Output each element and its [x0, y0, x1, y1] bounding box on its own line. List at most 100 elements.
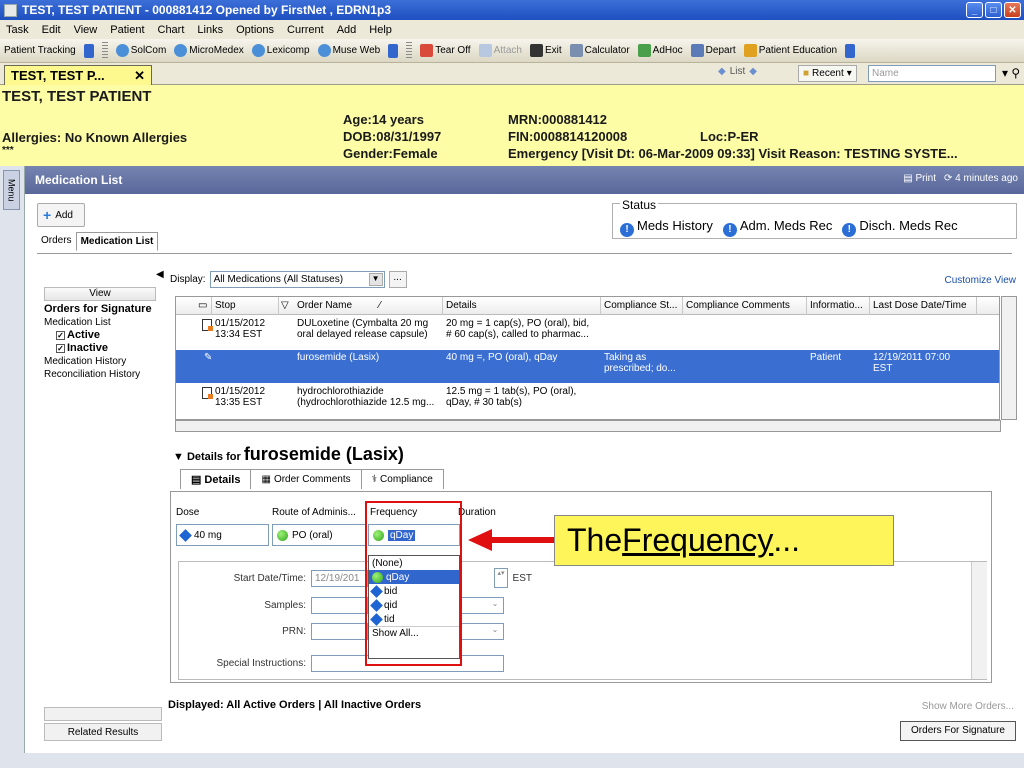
arrow-left-icon[interactable]: ◆: [718, 66, 726, 77]
table-row[interactable]: 01/15/2012 13:35 EST hydrochlorothiazide…: [176, 385, 999, 417]
menu-view[interactable]: View: [74, 24, 98, 36]
status-disch-meds-rec[interactable]: ! Disch. Meds Rec: [842, 218, 958, 237]
arrow-right-icon[interactable]: ◆: [749, 66, 757, 77]
solcom-button[interactable]: SolCom: [115, 44, 166, 57]
col-order-name[interactable]: Order Name: [297, 300, 352, 311]
lexicomp-button[interactable]: Lexicomp: [251, 44, 310, 57]
samples-select[interactable]: ⌄: [458, 597, 504, 614]
toolbar-overflow-icon[interactable]: [83, 43, 94, 58]
view-medication-list[interactable]: Medication List: [44, 316, 162, 329]
exit-button[interactable]: Exit: [529, 44, 562, 57]
tab-order-comments[interactable]: ▦ Order Comments: [250, 469, 362, 489]
details-scrollbar[interactable]: [971, 562, 987, 679]
column-divider[interactable]: [442, 297, 443, 315]
patient-education-button[interactable]: Patient Education: [743, 44, 837, 57]
col-compliance-comments[interactable]: Compliance Comments: [686, 300, 790, 311]
frequency-option-show-all[interactable]: Show All...: [369, 626, 459, 640]
table-row[interactable]: 01/15/2012 13:34 EST DULoxetine (Cymbalt…: [176, 317, 999, 349]
menu-task[interactable]: Task: [6, 24, 29, 36]
tab-details[interactable]: ▤ Details: [180, 469, 252, 489]
calculator-button[interactable]: Calculator: [569, 44, 630, 57]
frequency-option-qid[interactable]: qid: [369, 598, 459, 612]
frequency-option-none[interactable]: (None): [369, 556, 459, 570]
column-divider[interactable]: [806, 297, 807, 315]
status-adm-meds-rec[interactable]: ! Adm. Meds Rec: [722, 218, 832, 237]
more-options-button[interactable]: ...: [388, 271, 407, 288]
menu-rail-tab[interactable]: Menu: [3, 170, 20, 210]
patient-search-input[interactable]: Name: [868, 65, 996, 82]
menu-options[interactable]: Options: [236, 24, 274, 36]
menu-chart[interactable]: Chart: [158, 24, 185, 36]
checkbox-icon[interactable]: ✓: [56, 344, 65, 353]
view-panel-scrollbar[interactable]: [44, 707, 162, 721]
col-last-dose[interactable]: Last Dose Date/Time: [873, 300, 967, 311]
view-medication-history[interactable]: Medication History: [44, 355, 162, 368]
tear-off-button[interactable]: Tear Off: [420, 44, 471, 57]
related-results-button[interactable]: Related Results: [44, 723, 162, 741]
depart-button[interactable]: Depart: [690, 44, 736, 57]
menu-add[interactable]: Add: [337, 24, 357, 36]
toolbar-overflow-icon[interactable]: [845, 43, 856, 58]
add-button[interactable]: + Add: [37, 203, 85, 227]
column-divider[interactable]: [869, 297, 870, 315]
collapse-panel-icon[interactable]: ◀: [156, 269, 164, 280]
menu-links[interactable]: Links: [197, 24, 223, 36]
col-information[interactable]: Informatio...: [810, 300, 863, 311]
column-divider[interactable]: [211, 297, 212, 315]
frequency-option-bid[interactable]: bid: [369, 584, 459, 598]
col-compliance-status[interactable]: Compliance St...: [604, 300, 677, 311]
status-meds-history[interactable]: ! Meds History: [620, 218, 713, 237]
tab-compliance[interactable]: ⚕ Compliance: [360, 469, 444, 489]
route-field[interactable]: PO (oral): [272, 524, 366, 546]
customize-view-link[interactable]: Customize View: [944, 275, 1016, 286]
grid-horizontal-scrollbar[interactable]: [175, 420, 1001, 432]
frequency-option-qday[interactable]: qDay: [369, 570, 459, 584]
column-divider[interactable]: [600, 297, 601, 315]
minimize-icon[interactable]: _: [966, 2, 983, 18]
collapse-details-icon[interactable]: ▼: [173, 451, 187, 463]
show-more-orders-link[interactable]: Show More Orders...: [922, 701, 1014, 712]
patient-tracking-button[interactable]: Patient Tracking: [4, 45, 76, 56]
maximize-icon[interactable]: □: [985, 2, 1002, 18]
frequency-option-tid[interactable]: tid: [369, 612, 459, 626]
binoculars-icon[interactable]: ▾ ⚲: [1002, 66, 1020, 80]
samples-select-left[interactable]: [311, 597, 368, 614]
micromedex-button[interactable]: MicroMedex: [174, 44, 244, 57]
inactive-orders-link[interactable]: All Inactive Orders: [324, 699, 421, 711]
view-active[interactable]: ✓ Active: [44, 329, 162, 342]
column-divider[interactable]: [976, 297, 977, 315]
prn-select[interactable]: ⌄: [458, 623, 504, 640]
menu-edit[interactable]: Edit: [42, 24, 61, 36]
column-divider[interactable]: [278, 297, 279, 315]
adhoc-button[interactable]: AdHoc: [637, 44, 683, 57]
menu-current[interactable]: Current: [287, 24, 324, 36]
menu-patient[interactable]: Patient: [110, 24, 144, 36]
display-select[interactable]: All Medications (All Statuses) ▼: [209, 271, 385, 288]
list-label[interactable]: List: [730, 66, 746, 77]
recent-button[interactable]: ■ Recent ▾: [798, 65, 857, 82]
view-orders-for-signature[interactable]: Orders for Signature: [44, 303, 162, 316]
view-reconciliation-history[interactable]: Reconciliation History: [44, 368, 162, 381]
start-date-input[interactable]: 12/19/201: [311, 570, 368, 587]
column-divider[interactable]: [682, 297, 683, 315]
table-row-selected[interactable]: ✎ furosemide (Lasix) 40 mg =, PO (oral),…: [176, 350, 999, 383]
toolbar-overflow-icon[interactable]: [388, 43, 399, 58]
checkbox-icon[interactable]: ✓: [56, 331, 65, 340]
close-icon[interactable]: ✕: [1004, 2, 1021, 18]
refresh-button[interactable]: ⟳ 4 minutes ago: [944, 173, 1018, 184]
prn-select-left[interactable]: [311, 623, 368, 640]
tab-orders[interactable]: Orders: [37, 232, 76, 251]
tab-medication-list[interactable]: Medication List: [75, 232, 159, 251]
attach-button[interactable]: Attach: [478, 44, 522, 57]
filter-icon[interactable]: ▽: [281, 300, 289, 311]
print-button[interactable]: ▤ Print: [903, 173, 936, 184]
patient-tab[interactable]: TEST, TEST P... ✕: [4, 65, 152, 85]
displayed-active-orders[interactable]: Displayed: All Active Orders: [168, 699, 315, 711]
orders-for-signature-button[interactable]: Orders For Signature: [900, 721, 1016, 741]
date-spinner[interactable]: ▴▾: [494, 568, 508, 588]
muse-web-button[interactable]: Muse Web: [317, 44, 380, 57]
close-tab-icon[interactable]: ✕: [134, 68, 145, 84]
col-details[interactable]: Details: [446, 300, 477, 311]
grid-vertical-scrollbar[interactable]: [1001, 296, 1017, 420]
dose-field[interactable]: 40 mg: [176, 524, 269, 546]
